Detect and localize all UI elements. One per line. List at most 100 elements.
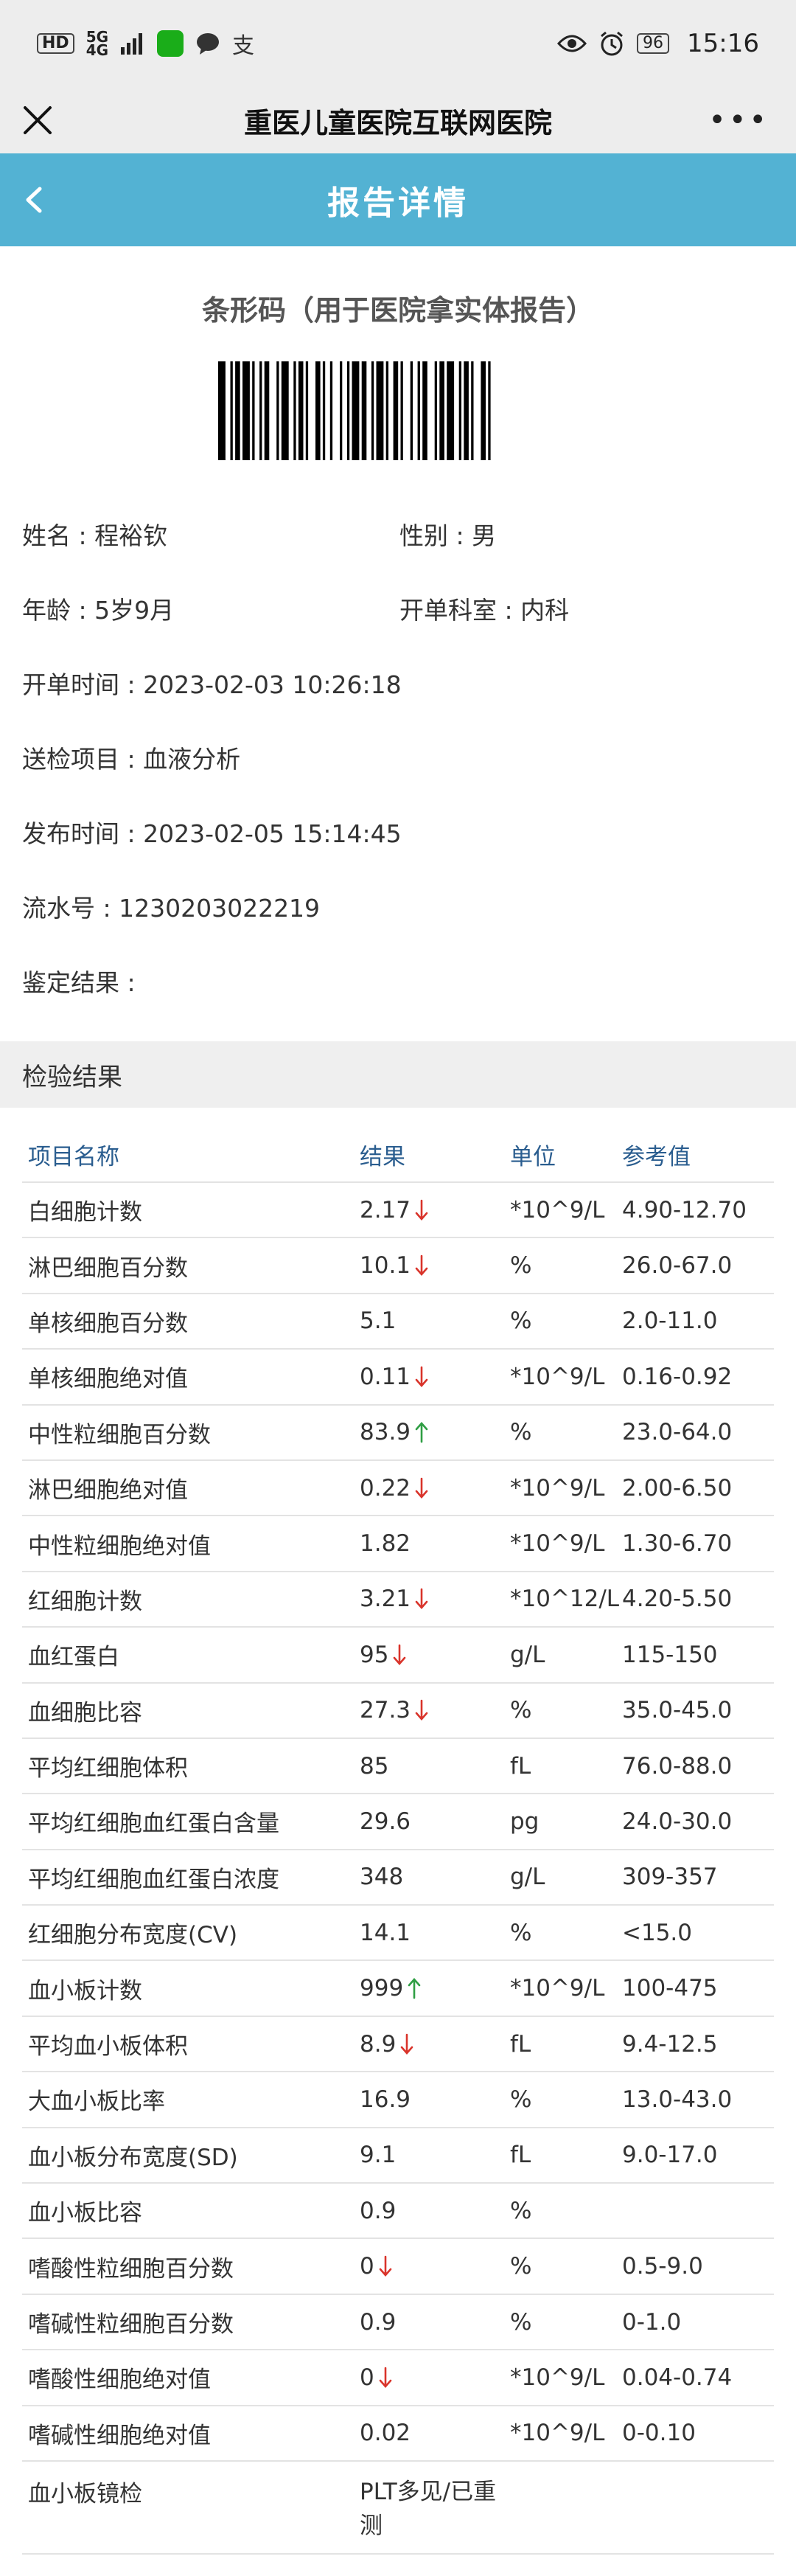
cell-reference: 0-0.10 [622, 2420, 696, 2447]
table-row: 嗜碱性粒细胞百分数 0.9% 0-1.0 [22, 2295, 774, 2351]
arrow-down-icon [401, 2033, 413, 2055]
cell-result: 14.1 [360, 1919, 411, 1946]
order-department: 内科 [520, 596, 570, 625]
cell-result: 1.82 [360, 1530, 411, 1558]
table-row: 淋巴细胞绝对值 0.22 *10^9/L 2.00-6.50 [22, 1461, 774, 1517]
cell-unit: % [510, 1308, 532, 1335]
table-row: 血细胞比容 27.3% 35.0-45.0 [22, 1684, 774, 1739]
app-notification-icon [157, 30, 184, 57]
cell-unit: % [510, 2253, 532, 2280]
more-menu-button[interactable]: ••• [708, 105, 769, 135]
cell-result: 0.22 [360, 1475, 510, 1501]
header-name: 项目名称 [28, 1143, 119, 1170]
cell-unit: % [510, 1919, 532, 1946]
cell-name: 血小板比容 [28, 2200, 142, 2227]
table-row: 大血小板比率 16.9% 13.0-43.0 [22, 2072, 774, 2128]
alarm-icon [601, 31, 623, 56]
cell-name: 嗜酸性粒细胞百分数 [28, 2255, 234, 2282]
cell-result: 3.21 [360, 1586, 510, 1612]
cell-reference: <15.0 [622, 1919, 692, 1946]
back-arrow-icon[interactable] [16, 181, 53, 218]
table-row: 平均红细胞体积 85 fL 76.0-88.0 [22, 1739, 774, 1795]
table-row: 平均血小板体积 8.9 fL 9.4-12.5 [22, 2017, 774, 2073]
table-row: 淋巴细胞百分数 10.1% 26.0-67.0 [22, 1238, 774, 1294]
cell-unit: g/L [510, 1641, 545, 1668]
cell-unit: *10^9/L [510, 1530, 605, 1558]
cell-name: 平均红细胞血红蛋白含量 [28, 1811, 279, 1838]
cell-reference: 24.0-30.0 [622, 1808, 733, 1835]
arrow-down-icon [379, 2255, 392, 2277]
barcode-title: 条形码（用于医院拿实体报告） [201, 294, 594, 327]
cell-unit: *10^9/L [510, 1474, 605, 1501]
eye-icon [557, 35, 587, 52]
cell-name: 淋巴细胞百分数 [28, 1254, 188, 1282]
cell-reference: 1.30-6.70 [622, 1530, 733, 1558]
table-row: 血小板计数 999 *10^9/L 100-475 [22, 1961, 774, 2017]
test-item: 血液分析 [143, 745, 241, 774]
cell-unit: fL [510, 2142, 531, 2169]
arrow-down-icon [415, 1477, 428, 1499]
table-body: 白细胞计数 2.17 *10^9/L 4.90-12.70 淋巴细胞百分数 10.1% 26… [22, 1183, 774, 2555]
age-row: 年龄 : 5岁9月 [22, 596, 175, 625]
cell-result: 29.6 [360, 1808, 411, 1835]
cell-result: 0.9 [360, 2197, 397, 2224]
cell-result: 999 [360, 1975, 510, 2002]
cell-reference: 2.0-11.0 [622, 1308, 718, 1335]
arrow-down-icon [415, 1589, 428, 1610]
page-header: 报告详情 [0, 153, 796, 246]
name-row: 姓名 : 程裕钦 [22, 521, 168, 550]
cell-name: 淋巴细胞绝对值 [28, 1477, 188, 1504]
close-icon[interactable] [21, 103, 55, 137]
cell-reference: 26.0-67.0 [622, 1252, 733, 1280]
arrow-down-icon [415, 1366, 428, 1387]
cell-reference: 0.5-9.0 [622, 2253, 703, 2280]
table-row: 中性粒细胞绝对值 1.82 *10^9/L 1.30-6.70 [22, 1516, 774, 1572]
table-header: 项目名称 结果 单位 参考值 [22, 1127, 774, 1183]
cell-result: PLT多见/已重测 [360, 2478, 497, 2539]
cell-unit: pg [510, 1808, 540, 1835]
arrow-down-icon [415, 1199, 428, 1221]
cell-name: 红细胞计数 [28, 1588, 142, 1615]
cell-name: 红细胞分布宽度(CV) [28, 1922, 238, 1949]
table-row: 平均红细胞血红蛋白浓度 348 g/L 309-357 [22, 1850, 774, 1906]
table-row: 白细胞计数 2.17 *10^9/L 4.90-12.70 [22, 1183, 774, 1239]
arrow-down-icon [394, 1644, 406, 1665]
cell-reference: 35.0-45.0 [622, 1697, 733, 1724]
serial-row: 流水号 : 1230203022219 [22, 894, 321, 923]
table-row: 嗜酸性细胞绝对值 0 *10^9/L 0.04-0.74 [22, 2350, 774, 2406]
header-unit: 单位 [510, 1143, 556, 1170]
cell-name: 中性粒细胞百分数 [28, 1421, 211, 1448]
publish-time-row: 发布时间 : 2023-02-05 15:14:45 [22, 819, 402, 848]
cell-unit: *10^9/L [510, 1975, 605, 2002]
publish-time: 2023-02-05 15:14:45 [143, 819, 402, 848]
app-title: 重医儿童医院互联网医院 [243, 106, 552, 139]
cell-name: 中性粒细胞绝对值 [28, 1532, 211, 1560]
cell-reference: 0.04-0.74 [622, 2364, 733, 2391]
cell-result: 85 [360, 1752, 389, 1780]
clock: 15:16 [687, 29, 759, 58]
cell-reference: 309-357 [622, 1864, 718, 1891]
cell-reference: 4.90-12.70 [622, 1196, 747, 1223]
results-section-header: 检验结果 [0, 1041, 796, 1108]
cell-name: 平均血小板体积 [28, 2033, 188, 2061]
cell-unit: fL [510, 2030, 531, 2058]
table-row: 红细胞分布宽度(CV) 14.1% <15.0 [22, 1906, 774, 1962]
cell-name: 嗜碱性粒细胞百分数 [28, 2311, 234, 2338]
cell-name: 血小板镜检 [28, 2480, 142, 2507]
cell-name: 血红蛋白 [28, 1644, 119, 1671]
table-row: 嗜酸性粒细胞百分数 0% 0.5-9.0 [22, 2239, 774, 2295]
cell-result: 0 [360, 2364, 510, 2391]
hd-badge: HD [37, 33, 74, 54]
cell-name: 大血小板比率 [28, 2089, 165, 2116]
cell-unit: *10^9/L [510, 1196, 605, 1223]
app-bar: 重医儿童医院互联网医院 ••• [0, 87, 796, 153]
arrow-up-icon [408, 1978, 421, 1999]
table-row: 平均红细胞血红蛋白含量 29.6 pg 24.0-30.0 [22, 1794, 774, 1850]
cell-unit: % [510, 1697, 532, 1724]
patient-gender: 男 [472, 521, 497, 550]
cell-unit: % [510, 2197, 532, 2224]
cell-name: 平均红细胞体积 [28, 1755, 188, 1782]
arrow-down-icon [415, 1254, 428, 1277]
dept-row: 开单科室 : 内科 [399, 596, 570, 625]
cell-name: 血细胞比容 [28, 1699, 142, 1726]
